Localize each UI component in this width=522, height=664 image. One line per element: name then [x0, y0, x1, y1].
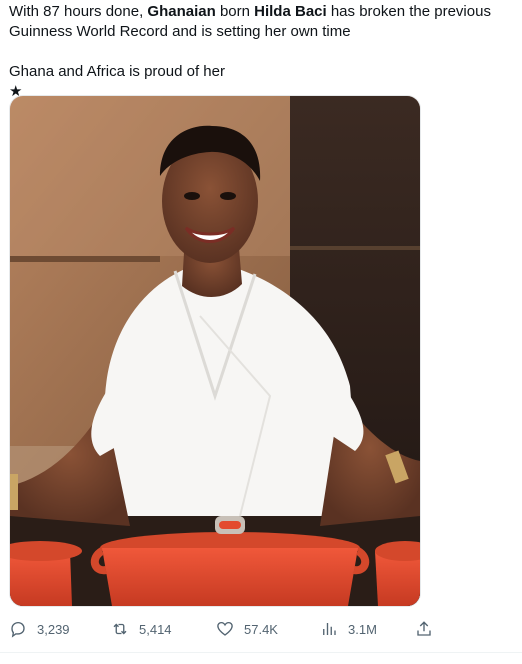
tweet-text-bold: Hilda Baci [254, 3, 327, 20]
reply-button[interactable]: 3,239 [9, 614, 70, 644]
retweet-count: 5,414 [139, 621, 172, 637]
reply-count: 3,239 [37, 621, 70, 637]
divider [0, 652, 522, 653]
tweet-text-segment: born [215, 3, 255, 20]
share-button[interactable] [415, 614, 433, 644]
reply-icon [11, 621, 25, 638]
tweet-paragraph-2: Ghana and Africa is proud of her [9, 62, 514, 82]
views-button[interactable]: 3.1M [320, 614, 377, 644]
tweet-text-segment: With 87 hours done, [9, 3, 148, 20]
like-count: 57.4K [244, 621, 278, 637]
ghana-flag-icon [230, 66, 249, 79]
views-count: 3.1M [348, 621, 377, 637]
share-icon [417, 621, 431, 636]
like-button[interactable]: 57.4K [216, 614, 278, 644]
retweet-icon [113, 623, 127, 635]
tweet-text-bold: Ghanaian [147, 3, 216, 20]
tweet-text-segment: Ghana and Africa is proud of her [9, 63, 225, 80]
chef-photo-illustration [10, 96, 420, 606]
retweet-button[interactable]: 5,414 [111, 614, 172, 644]
bar-chart-icon [323, 623, 336, 635]
tweet-photo[interactable] [9, 95, 421, 607]
tweet-action-bar: 3,239 5,414 57.4K 3.1M [0, 614, 522, 644]
tweet-paragraph-1: With 87 hours done, Ghanaian born Hilda … [9, 2, 514, 42]
heart-icon [217, 621, 233, 636]
